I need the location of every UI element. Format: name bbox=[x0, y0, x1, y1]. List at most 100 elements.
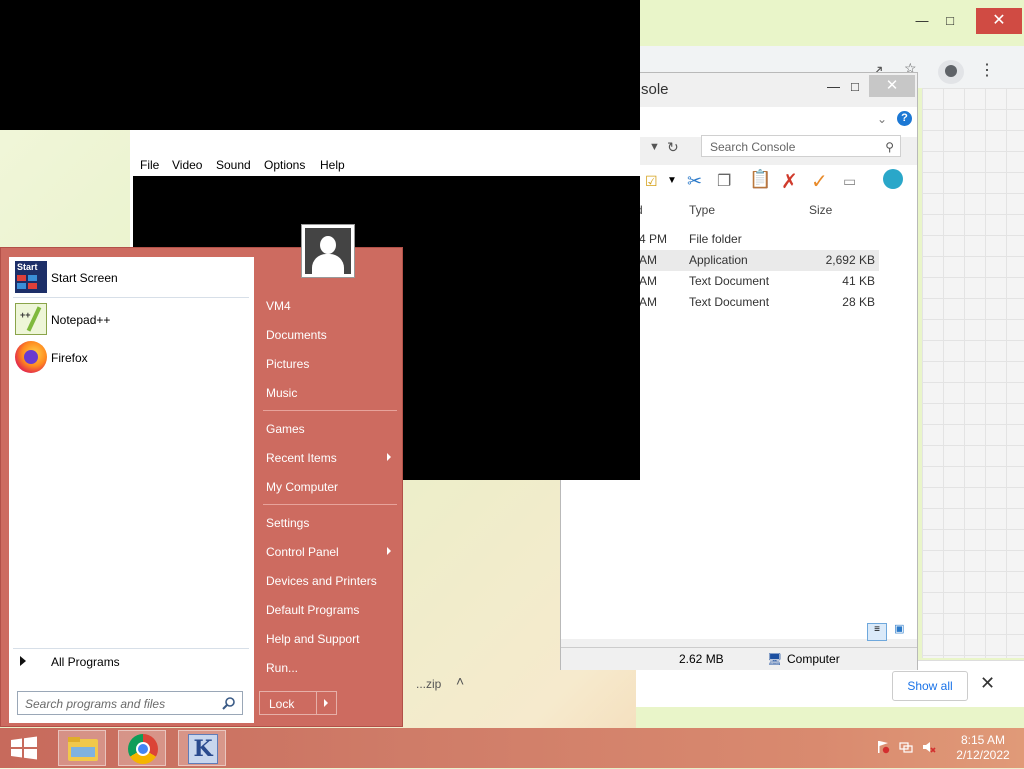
close-download-bar-icon[interactable]: ✕ bbox=[980, 673, 995, 694]
search-programs-input[interactable]: Search programs and files bbox=[17, 691, 243, 715]
user-avatar[interactable] bbox=[301, 224, 355, 278]
close-icon[interactable]: ✕ bbox=[976, 8, 1022, 34]
notepadpp-icon: ++ bbox=[15, 303, 47, 335]
menu-options[interactable]: Options bbox=[264, 158, 305, 172]
cut-icon[interactable]: ✂ bbox=[687, 171, 702, 192]
clock-time: 8:15 AM bbox=[960, 733, 1006, 747]
chevron-right-icon bbox=[387, 453, 391, 461]
start-item-run[interactable]: Run... bbox=[259, 654, 399, 680]
file-explorer-icon[interactable] bbox=[58, 730, 106, 766]
start-item-pictures[interactable]: Pictures bbox=[259, 350, 399, 376]
windows-start-icon[interactable] bbox=[0, 730, 48, 766]
menu-sound[interactable]: Sound bbox=[216, 158, 251, 172]
lock-button[interactable]: Lock bbox=[259, 691, 337, 715]
globe-icon[interactable] bbox=[883, 169, 903, 189]
start-item-my-computer[interactable]: My Computer bbox=[259, 473, 399, 499]
item-label: Control Panel bbox=[266, 545, 339, 559]
program-notepadpp[interactable]: ++ Notepad++ bbox=[15, 301, 245, 337]
item-label: My Computer bbox=[266, 480, 339, 494]
cell-size: 41 KB bbox=[842, 274, 875, 288]
start-menu: Start Start Screen ++ Notepad++ Firefox bbox=[0, 224, 403, 727]
minimize-icon[interactable]: — bbox=[908, 10, 936, 32]
start-item-devices-printers[interactable]: Devices and Printers bbox=[259, 567, 399, 593]
chevron-up-icon[interactable]: ˄ bbox=[456, 673, 464, 689]
item-label: Settings bbox=[266, 516, 310, 530]
dropdown-icon[interactable]: ▼ bbox=[667, 175, 677, 186]
network-icon[interactable] bbox=[899, 740, 913, 754]
cell-date: AM bbox=[639, 274, 657, 288]
column-size[interactable]: Size bbox=[809, 203, 832, 217]
program-firefox[interactable]: Firefox bbox=[15, 339, 245, 375]
column-type[interactable]: Type bbox=[689, 203, 715, 217]
checkmark-icon[interactable]: ✓ bbox=[811, 169, 828, 194]
profile-icon[interactable] bbox=[938, 60, 964, 84]
search-placeholder: Search programs and files bbox=[25, 697, 166, 711]
start-item-music[interactable]: Music bbox=[259, 379, 399, 405]
flag-icon[interactable] bbox=[876, 740, 890, 754]
chevron-down-icon[interactable]: ⌄ bbox=[877, 112, 887, 126]
minimize-icon[interactable]: — bbox=[827, 79, 840, 94]
item-label: Help and Support bbox=[266, 632, 360, 646]
menu-file[interactable]: File bbox=[140, 158, 159, 172]
view-buttons: ≡ ▣ bbox=[867, 621, 908, 641]
chevron-right-icon[interactable] bbox=[324, 699, 328, 707]
show-all-button[interactable]: Show all bbox=[892, 671, 968, 701]
divider bbox=[13, 648, 249, 649]
divider bbox=[316, 692, 317, 714]
paste-icon[interactable]: 📋 bbox=[749, 169, 771, 190]
computer-icon: 🖥 bbox=[767, 652, 783, 666]
item-label: Default Programs bbox=[266, 603, 360, 617]
clock-date: 2/12/2022 bbox=[956, 748, 1010, 762]
start-item-default-programs[interactable]: Default Programs bbox=[259, 596, 399, 622]
start-item-documents[interactable]: Documents bbox=[259, 321, 399, 347]
start-item-help-support[interactable]: Help and Support bbox=[259, 625, 399, 651]
cell-type: File folder bbox=[689, 232, 742, 246]
k-app-icon[interactable]: K bbox=[178, 730, 226, 766]
search-input[interactable]: Search Console ⚲ bbox=[701, 135, 901, 157]
start-menu-programs: Start Start Screen ++ Notepad++ Firefox bbox=[9, 257, 254, 723]
item-label: Pictures bbox=[266, 357, 310, 371]
start-item-control-panel[interactable]: Control Panel bbox=[259, 538, 399, 564]
dropdown-icon[interactable]: ▼ bbox=[649, 141, 660, 153]
status-bar: 2.62 MB 🖥 Computer bbox=[561, 647, 917, 670]
cell-date: 4 PM bbox=[639, 232, 668, 246]
maximize-icon[interactable]: □ bbox=[936, 10, 964, 32]
start-item-settings[interactable]: Settings bbox=[259, 509, 399, 535]
properties-icon[interactable]: ▭ bbox=[843, 173, 856, 190]
cell-size: 28 KB bbox=[842, 295, 875, 309]
folder-check-icon[interactable]: ☑ bbox=[645, 173, 658, 190]
menu-help[interactable]: Help bbox=[320, 158, 345, 172]
delete-icon[interactable]: ✗ bbox=[781, 169, 798, 194]
program-start-screen[interactable]: Start Start Screen bbox=[15, 259, 245, 295]
clock[interactable]: 8:15 AM 2/12/2022 bbox=[948, 733, 1018, 763]
volume-muted-icon[interactable] bbox=[922, 740, 936, 754]
help-icon[interactable]: ? bbox=[897, 111, 912, 126]
window-title: sole bbox=[641, 81, 669, 98]
cell-date: AM bbox=[639, 295, 657, 309]
thumbnails-view-icon[interactable]: ▣ bbox=[890, 622, 908, 638]
copy-icon[interactable]: ❐ bbox=[717, 171, 731, 191]
all-programs-label: All Programs bbox=[51, 655, 120, 669]
program-label: Firefox bbox=[51, 351, 88, 365]
divider bbox=[263, 504, 397, 505]
details-view-icon[interactable]: ≡ bbox=[867, 623, 887, 641]
divider bbox=[13, 297, 249, 298]
start-item-recent-items[interactable]: Recent Items bbox=[259, 444, 399, 470]
download-filename[interactable]: ...zip bbox=[416, 677, 441, 691]
cell-date: AM bbox=[639, 253, 657, 267]
search-icon: ⚲ bbox=[885, 140, 894, 154]
maximize-icon[interactable]: □ bbox=[851, 79, 859, 94]
chrome-icon[interactable] bbox=[118, 730, 166, 766]
refresh-icon[interactable]: ↻ bbox=[667, 139, 679, 156]
close-icon[interactable]: ✕ bbox=[869, 75, 915, 97]
program-label: Notepad++ bbox=[51, 313, 111, 327]
start-item-games[interactable]: Games bbox=[259, 415, 399, 441]
item-label: Recent Items bbox=[266, 451, 337, 465]
item-label: Run... bbox=[266, 661, 299, 675]
start-item-vm4[interactable]: VM4 bbox=[259, 292, 399, 318]
item-label: VM4 bbox=[266, 299, 291, 313]
menu-video[interactable]: Video bbox=[172, 158, 202, 172]
all-programs-button[interactable]: All Programs bbox=[15, 652, 247, 674]
menu-kebab-icon[interactable]: ⋮ bbox=[979, 60, 995, 80]
lock-label: Lock bbox=[269, 697, 295, 711]
